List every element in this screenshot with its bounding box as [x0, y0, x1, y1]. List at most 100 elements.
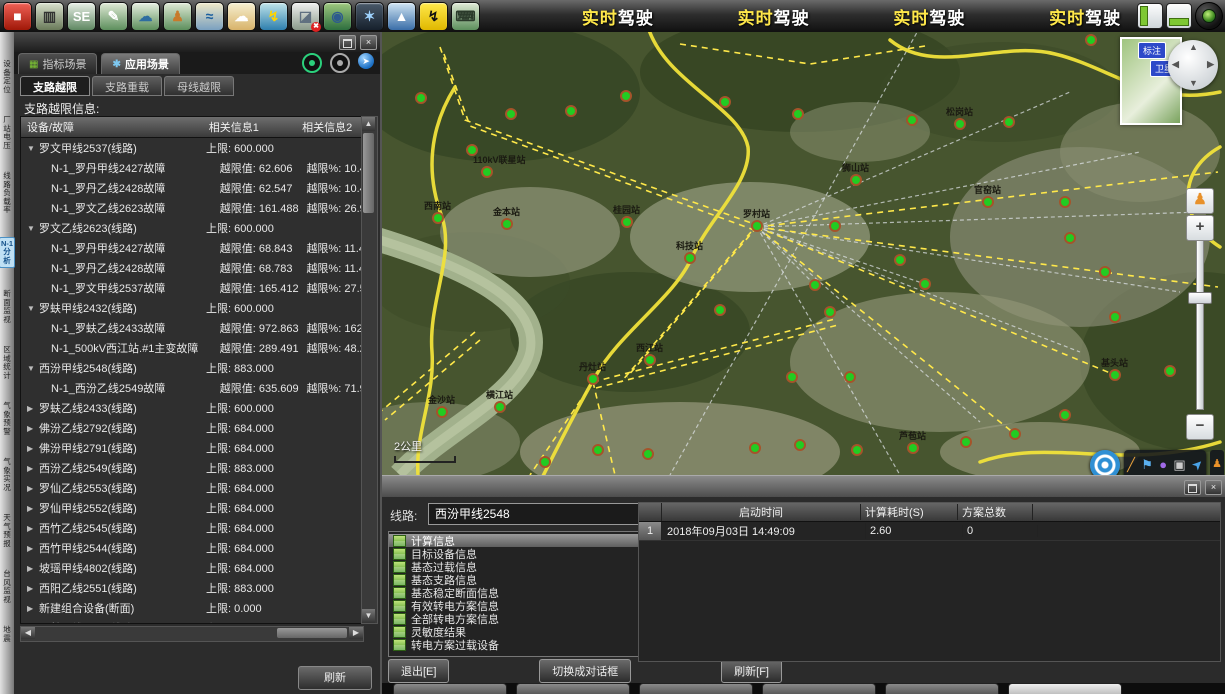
station-marker[interactable] — [920, 279, 930, 289]
person-icon[interactable]: ♟ — [163, 2, 192, 31]
record-green-icon[interactable] — [302, 53, 322, 73]
station-marker[interactable] — [588, 374, 598, 384]
scroll-left-icon[interactable]: ◀ — [21, 627, 35, 639]
rain-cloud-icon[interactable]: ☁ — [131, 2, 160, 31]
zoom-in-icon[interactable]: + — [1186, 215, 1214, 241]
taskbar-button-0[interactable] — [393, 683, 507, 694]
collapsed-triangle-icon[interactable]: ▶ — [27, 544, 39, 553]
scroll-thumb-h[interactable] — [277, 628, 347, 638]
station-marker[interactable] — [433, 213, 443, 223]
station-marker[interactable] — [752, 221, 762, 231]
station-marker[interactable] — [955, 119, 965, 129]
tab-application-scene[interactable]: ✱ 应用场景 — [101, 53, 179, 74]
station-marker[interactable] — [810, 280, 820, 290]
table-row[interactable]: ▶罗蚨乙线2433(线路)上限: 600.000 — [21, 398, 363, 418]
table-row[interactable]: N-1_罗丹甲线2427故障越限值: 62.606越限%: 10.4 — [21, 158, 363, 178]
table-row[interactable]: ▼罗蚨甲线2432(线路)上限: 600.000 — [21, 298, 363, 318]
table-row[interactable]: ▶罗仙甲线2552(线路)上限: 684.000 — [21, 498, 363, 518]
layout-left-icon[interactable] — [1137, 3, 1163, 29]
locate-target-icon[interactable] — [1090, 450, 1120, 475]
record-gray-icon[interactable] — [330, 53, 350, 73]
station-marker[interactable] — [1100, 267, 1110, 277]
table-row[interactable]: ▼罗文甲线2537(线路)上限: 600.000 — [21, 138, 363, 158]
sidebar-item-4[interactable]: 断面监视 — [0, 290, 14, 324]
station-marker[interactable] — [830, 221, 840, 231]
table-row[interactable]: N-1_罗丹乙线2428故障越限值: 68.783越限%: 11.4 — [21, 258, 363, 278]
sidebar-item-5[interactable]: 区域统计 — [0, 346, 14, 380]
horizontal-scrollbar[interactable]: ◀ ▶ — [20, 626, 364, 642]
station-marker[interactable] — [622, 217, 632, 227]
table-row[interactable]: ▶西阳乙线2551(线路)上限: 883.000 — [21, 578, 363, 598]
float-window-icon[interactable] — [1184, 480, 1201, 495]
close-icon[interactable]: × — [360, 35, 377, 50]
map-extra-tool-icon[interactable]: ♟ — [1210, 450, 1224, 475]
taskbar-button-3[interactable] — [762, 683, 876, 694]
zoom-slider-handle[interactable] — [1188, 292, 1212, 304]
collapsed-triangle-icon[interactable]: ▶ — [27, 584, 39, 593]
layout-bottom-icon[interactable] — [1166, 3, 1192, 29]
station-marker[interactable] — [750, 443, 760, 453]
satellite-map[interactable]: 狮山站松岗站110kV联星站西南站金本站桂园站罗村站科技站官窑站金沙站横江站丹灶… — [380, 32, 1225, 475]
station-marker[interactable] — [502, 219, 512, 229]
table-row[interactable]: N-1_罗蚨乙线2433故障越限值: 972.863越限%: 162 — [21, 318, 363, 338]
station-marker[interactable] — [845, 372, 855, 382]
station-marker[interactable] — [416, 93, 426, 103]
operator-icon[interactable]: ⌨ — [451, 2, 480, 31]
sidebar-item-6[interactable]: 气象预警 — [0, 402, 14, 436]
table-row[interactable]: N-1_罗文乙线2623故障越限值: 161.488越限%: 26.9 — [21, 198, 363, 218]
station-marker[interactable] — [437, 407, 447, 417]
warning-bolt-icon[interactable]: ↯ — [419, 2, 448, 31]
station-marker[interactable] — [1004, 117, 1014, 127]
switch-dialog-button[interactable]: 切换成对话框 — [539, 659, 631, 683]
pan-left-icon[interactable]: ◀ — [1172, 59, 1179, 70]
table-row[interactable]: ▶西汾乙线2549(线路)上限: 883.000 — [21, 458, 363, 478]
station-marker[interactable] — [895, 255, 905, 265]
station-marker[interactable] — [961, 437, 971, 447]
collapsed-triangle-icon[interactable]: ▶ — [27, 604, 39, 613]
station-marker[interactable] — [685, 253, 695, 263]
station-marker[interactable] — [1110, 370, 1120, 380]
table-row[interactable]: ▼罗文乙线2623(线路)上限: 600.000 — [21, 218, 363, 238]
layers-delete-icon[interactable]: ◪✖ — [291, 2, 320, 31]
refresh-button[interactable]: 刷新 — [298, 666, 372, 690]
collapsed-triangle-icon[interactable]: ▶ — [27, 624, 39, 625]
station-marker[interactable] — [506, 109, 516, 119]
float-window-icon[interactable] — [339, 35, 356, 50]
sidebar-item-1[interactable]: 厂站电压 — [0, 116, 14, 150]
sidebar-item-2[interactable]: 线路负载率 — [0, 172, 14, 215]
pan-control[interactable]: ▲ ▼ ◀ ▶ — [1168, 40, 1218, 90]
table-row[interactable]: ▶西竹乙线2545(线路)上限: 684.000 — [21, 518, 363, 538]
zoom-slider-track[interactable] — [1196, 240, 1204, 410]
table-row[interactable]: ▶西竹甲线2544(线路)上限: 684.000 — [21, 538, 363, 558]
network-icon[interactable]: ✶ — [355, 2, 384, 31]
eye-icon[interactable] — [1195, 2, 1223, 30]
station-marker[interactable] — [1165, 366, 1175, 376]
vertical-scrollbar[interactable]: ▲ ▼ — [361, 116, 378, 624]
play-icon[interactable]: ➤ — [358, 53, 374, 69]
sidebar-item-7[interactable]: 气象实况 — [0, 458, 14, 492]
taskbar-button-5[interactable] — [1008, 683, 1122, 694]
taskbar-button-4[interactable] — [885, 683, 999, 694]
table-row[interactable]: ▶佛汾乙线2792(线路)上限: 684.000 — [21, 418, 363, 438]
flag-icon[interactable]: ⚑ — [1141, 458, 1153, 471]
tab-indicator-scene[interactable]: ▦ 指标场景 — [18, 53, 97, 74]
table-row[interactable]: N-1_罗丹甲线2427故障越限值: 68.843越限%: 11.4 — [21, 238, 363, 258]
zoom-out-icon[interactable]: − — [1186, 414, 1214, 440]
station-marker[interactable] — [482, 167, 492, 177]
table-row[interactable]: ▶坡瑶甲线4802(线路)上限: 684.000 — [21, 558, 363, 578]
meter-icon[interactable]: ▥ — [35, 2, 64, 31]
edit-icon[interactable]: ✎ — [99, 2, 128, 31]
collapsed-triangle-icon[interactable]: ▶ — [27, 484, 39, 493]
station-marker[interactable] — [715, 305, 725, 315]
table-row[interactable]: N-1_罗文甲线2537故障越限值: 165.412越限%: 27.5 — [21, 278, 363, 298]
table-row[interactable]: N-1_西汾乙线2549故障越限值: 635.609越限%: 71.9 — [21, 378, 363, 398]
station-marker[interactable] — [593, 445, 603, 455]
station-marker[interactable] — [645, 355, 655, 365]
table-row[interactable]: ▶佛汾甲线2791(线路)上限: 684.000 — [21, 438, 363, 458]
collapsed-triangle-icon[interactable]: ▶ — [27, 404, 39, 413]
ruler-icon[interactable]: ╱ — [1127, 458, 1135, 471]
result-row[interactable]: 1 2018年09月03日 14:49:09 2.60 0 — [639, 522, 1220, 541]
station-marker[interactable] — [495, 402, 505, 412]
waves-icon[interactable]: ≈ — [195, 2, 224, 31]
station-marker[interactable] — [1110, 312, 1120, 322]
